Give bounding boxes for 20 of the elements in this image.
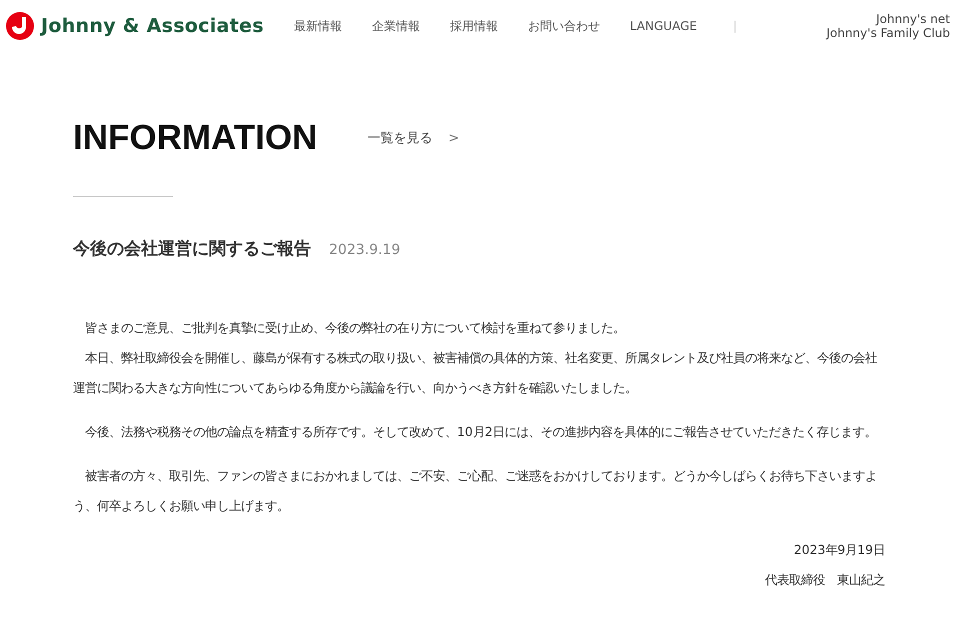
article-date: 2023.9.19 (329, 242, 400, 258)
view-all-link[interactable]: 一覧を見る > (367, 129, 460, 147)
logo-text[interactable]: Johnny & Associates (41, 15, 264, 37)
nav-link[interactable]: 企業情報 (372, 18, 420, 34)
section-heading: INFORMATION (73, 118, 318, 158)
logo-icon (6, 12, 34, 40)
nav-link[interactable]: 最新情報 (294, 18, 342, 34)
paragraph: 今後、法務や税務その他の論点を精査する所存です。そして改めて、10月2日には、その進捗内容を具体的にご報告させていただきたく存じます。 (84, 423, 878, 441)
nav-separator: | (732, 19, 737, 33)
nav-link[interactable]: LANGUAGE (630, 19, 697, 33)
external-link[interactable]: Johnny's net (876, 12, 950, 26)
nav-link[interactable]: 採用情報 (450, 18, 498, 34)
signature-line: 代表取締役 東山紀之 (765, 571, 885, 589)
article-title: 今後の会社運営に関するご報告 (73, 238, 311, 260)
paragraph: 被害者の方々、取引先、ファンの皆さまにおかれましては、ご不安、ご心配、ご迷惑をおかけしております。どうか今しばらくお待ち下さいますよう、何卒よろしくお願い申し上げます。 (73, 467, 878, 515)
paragraph: 本日、弊社取締役会を開催し、藤島が保有する株式の取り扱い、被害補償の具体的方策、社名変更、所属タレント及び社員の将来など、今後の会社運営に関わる大きな方向性についてあらゆる角度から議論を行い、向かうべき方針を確認いたしました。 (73, 349, 878, 397)
paragraph: 皆さまのご意見、ご批判を真摯に受け止め、今後の弊社の在り方について検討を重ねて参りました。 (84, 319, 626, 337)
nav-link[interactable]: お問い合わせ (528, 18, 600, 34)
external-link[interactable]: Johnny's Family Club (826, 26, 950, 40)
signature-line: 2023年9月19日 (794, 541, 885, 559)
